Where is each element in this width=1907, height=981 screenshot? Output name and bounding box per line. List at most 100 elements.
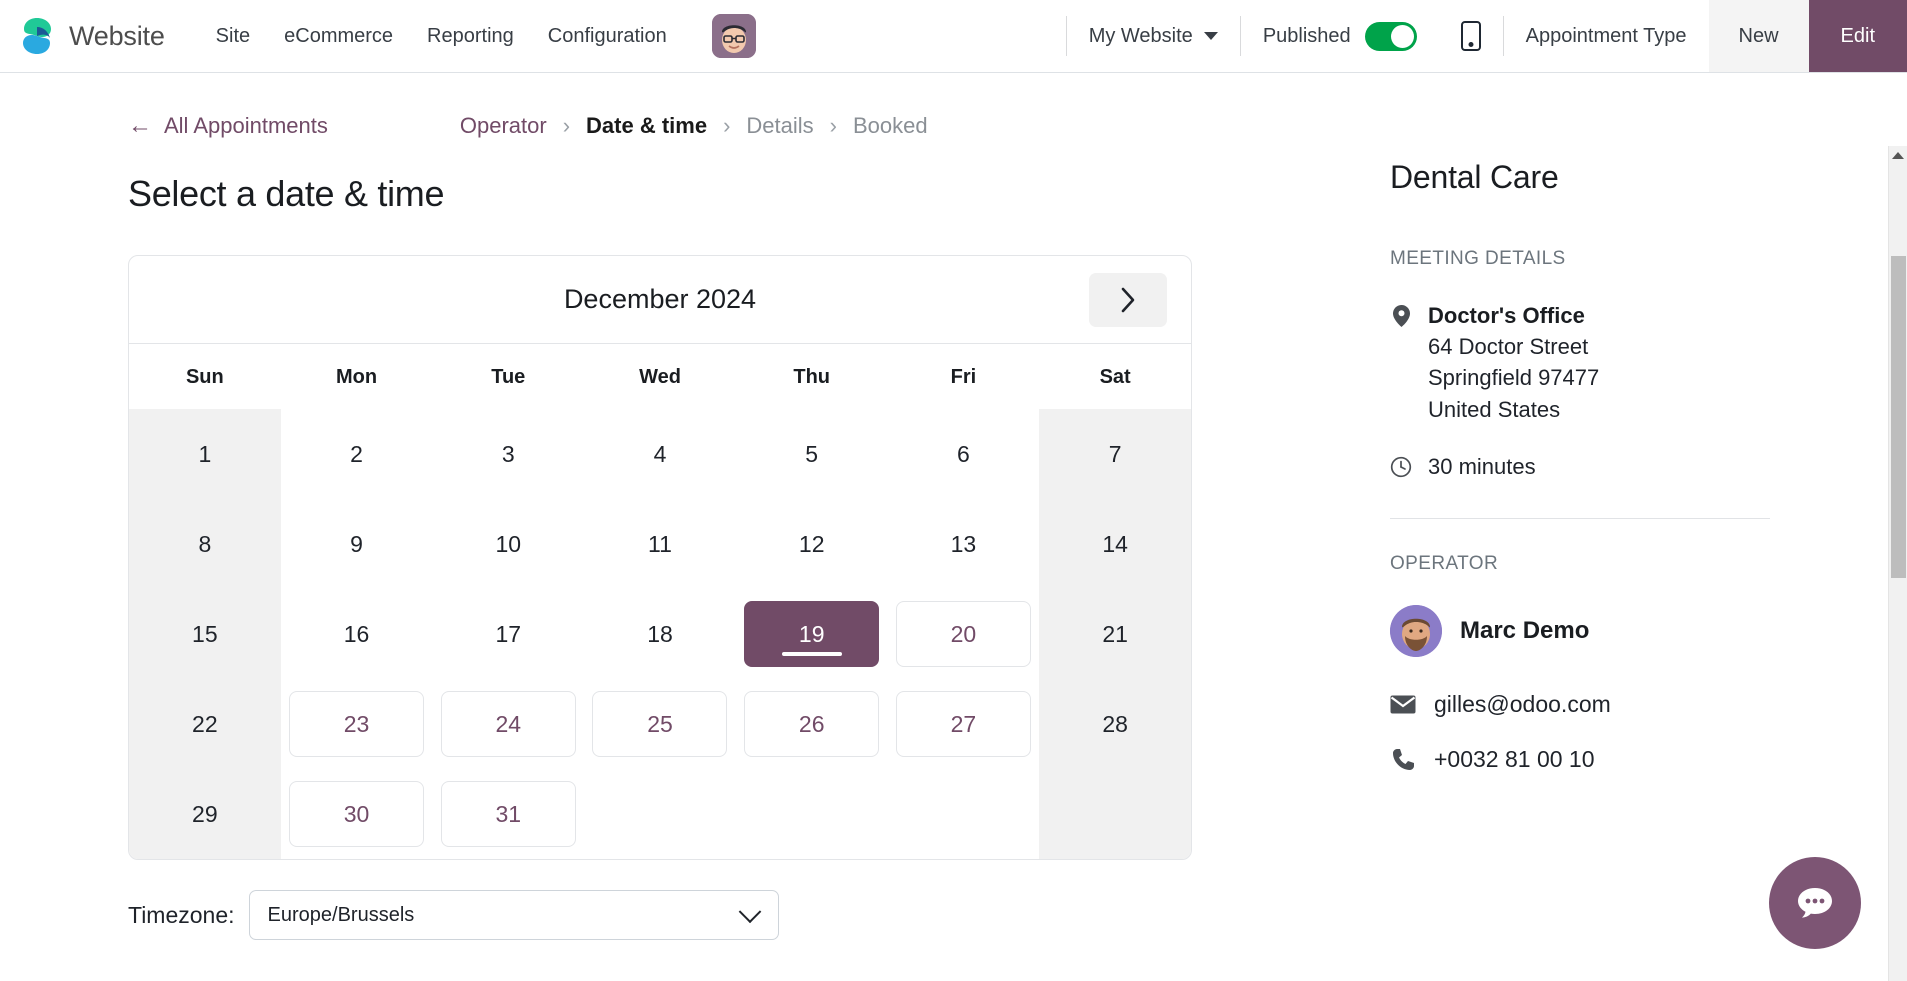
breadcrumb-row: ← All Appointments Operator › Date & tim… (0, 73, 1350, 151)
scrollbar-thumb[interactable] (1891, 256, 1906, 578)
calendar-day-19[interactable]: 19 (744, 601, 880, 667)
mobile-preview-button[interactable] (1439, 0, 1503, 72)
menu-configuration[interactable]: Configuration (531, 0, 684, 72)
envelope-icon (1390, 695, 1416, 714)
calendar-day-cell: 22 (129, 679, 281, 769)
new-button[interactable]: New (1708, 0, 1809, 72)
calendar-day-2-disabled: 2 (350, 440, 363, 467)
calendar-card: December 2024 Sun Mon Tue Wed Thu Fri Sat 1234… (128, 255, 1192, 860)
location-body: Doctor's Office 64 Doctor Street Springf… (1428, 300, 1599, 425)
calendar-day-20[interactable]: 20 (895, 601, 1031, 667)
arrow-left-icon: ← (128, 112, 152, 139)
calendar-day-label: 30 (343, 800, 370, 827)
calendar-days-grid: 1 2 3 4 5 6 7 8 9 10 11 12 13 14 15 16 17 18 19 20 21 22 23 24 2… (129, 409, 1191, 859)
duration-row: 30 minutes (1390, 451, 1810, 482)
breadcrumb-step-operator[interactable]: Operator (460, 113, 547, 139)
calendar-next-month-button[interactable] (1089, 272, 1167, 327)
calendar-day-cell: 11 (584, 499, 736, 589)
calendar-day-cell: 26 (736, 679, 888, 769)
calendar-day-cell: 18 (584, 589, 736, 679)
calendar-day-cell: 3 (432, 409, 584, 499)
chat-bubble-icon (1798, 888, 1832, 918)
calendar-day-label: 25 (647, 710, 673, 737)
menu-site[interactable]: Site (199, 0, 267, 72)
calendar-day-cell: 21 (1039, 589, 1191, 679)
phone-icon (1390, 748, 1416, 771)
publish-label: Published (1262, 24, 1351, 47)
calendar-day-label: 23 (343, 710, 370, 737)
calendar-month-label: December 2024 (563, 284, 757, 314)
calendar-day-30[interactable]: 30 (289, 781, 425, 847)
calendar-day-4-disabled: 4 (653, 440, 667, 467)
operator-avatar-icon (1390, 605, 1442, 658)
topbar-right-group: My Website Published Appointment Type Ne… (1065, 0, 1907, 72)
calendar-day-24[interactable]: 24 (440, 691, 576, 757)
livechat-button[interactable] (1769, 857, 1861, 949)
panel-divider (1390, 518, 1770, 520)
calendar-day-cell: 17 (432, 589, 584, 679)
breadcrumb-step-details: Details (746, 113, 814, 138)
calendar-header: December 2024 (129, 256, 1191, 344)
calendar-day-16-disabled: 16 (343, 620, 370, 647)
calendar-day-cell: 6 (888, 409, 1040, 499)
odoo-logo-icon[interactable] (18, 15, 56, 57)
website-selector[interactable]: My Website (1067, 0, 1240, 72)
calendar-day-26[interactable]: 26 (744, 691, 880, 757)
timezone-label: Timezone: (128, 901, 235, 928)
calendar-day-18-disabled: 18 (647, 620, 673, 647)
calendar-day-cell (736, 769, 888, 859)
booking-main-column: ← All Appointments Operator › Date & tim… (0, 73, 1350, 981)
calendar-day-cell: 23 (281, 679, 433, 769)
calendar-day-7-disabled: 7 (1108, 440, 1122, 467)
timezone-select[interactable]: Europe/Brussels (248, 890, 779, 940)
publish-toggle[interactable]: Published (1241, 0, 1439, 72)
calendar-day-cell (1039, 769, 1191, 859)
operator-email-row[interactable]: gilles@odoo.com (1390, 691, 1810, 718)
website-selector-label: My Website (1088, 24, 1193, 47)
calendar-day-cell: 29 (129, 769, 281, 859)
scroll-up-arrow-icon[interactable] (1892, 152, 1904, 159)
operator-section-label: OPERATOR (1390, 553, 1499, 575)
breadcrumb-step-booked: Booked (852, 113, 928, 138)
calendar-day-10-disabled: 10 (495, 530, 522, 557)
page-body: ← All Appointments Operator › Date & tim… (0, 73, 1907, 981)
operator-phone-row[interactable]: +0032 81 00 10 (1390, 746, 1810, 773)
publish-switch-knob (1390, 24, 1414, 48)
calendar-day-cell (888, 769, 1040, 859)
publish-switch[interactable] (1364, 21, 1417, 51)
page-title: Select a date & time (128, 173, 445, 214)
breadcrumb-step-date-time[interactable]: Date & time (586, 113, 707, 139)
calendar-day-17-disabled: 17 (495, 620, 522, 647)
calendar-day-cell: 19 (736, 589, 888, 679)
appointment-details-column: Dental Care MEETING DETAILS Doctor's Off… (1350, 73, 1907, 981)
user-avatar-icon[interactable] (711, 14, 756, 58)
app-name[interactable]: Website (69, 21, 165, 52)
calendar-day-cell: 10 (432, 499, 584, 589)
menu-ecommerce[interactable]: eCommerce (267, 0, 410, 72)
calendar-day-23[interactable]: 23 (289, 691, 425, 757)
record-type-label[interactable]: Appointment Type (1504, 0, 1709, 72)
calendar-day-31[interactable]: 31 (440, 781, 576, 847)
calendar-day-cell: 28 (1039, 679, 1191, 769)
calendar-day-cell: 31 (432, 769, 584, 859)
breadcrumb: Operator › Date & time › Details › Booke… (460, 113, 928, 139)
duration-value: 30 minutes (1428, 453, 1536, 479)
timezone-value: Europe/Brussels (267, 903, 415, 926)
calendar-weekday-sat: Sat (1099, 366, 1131, 388)
calendar-day-5-disabled: 5 (805, 440, 819, 467)
edit-button[interactable]: Edit (1808, 0, 1907, 72)
calendar-day-25[interactable]: 25 (592, 691, 728, 757)
calendar-weekday-sun: Sun (185, 366, 224, 388)
selected-day-underline (781, 652, 842, 656)
calendar-day-12-disabled: 12 (798, 530, 825, 557)
calendar-weekday-thu: Thu (793, 366, 831, 388)
location-city: Springfield 97477 (1428, 365, 1600, 391)
calendar-day-15-disabled: 15 (192, 620, 218, 647)
calendar-day-27[interactable]: 27 (895, 691, 1031, 757)
page-scrollbar[interactable] (1888, 146, 1907, 981)
calendar-day-cell: 13 (888, 499, 1040, 589)
calendar-day-cell: 2 (281, 409, 433, 499)
all-appointments-back-link[interactable]: ← All Appointments (128, 113, 328, 139)
menu-reporting[interactable]: Reporting (410, 0, 531, 72)
location-country: United States (1428, 396, 1561, 422)
